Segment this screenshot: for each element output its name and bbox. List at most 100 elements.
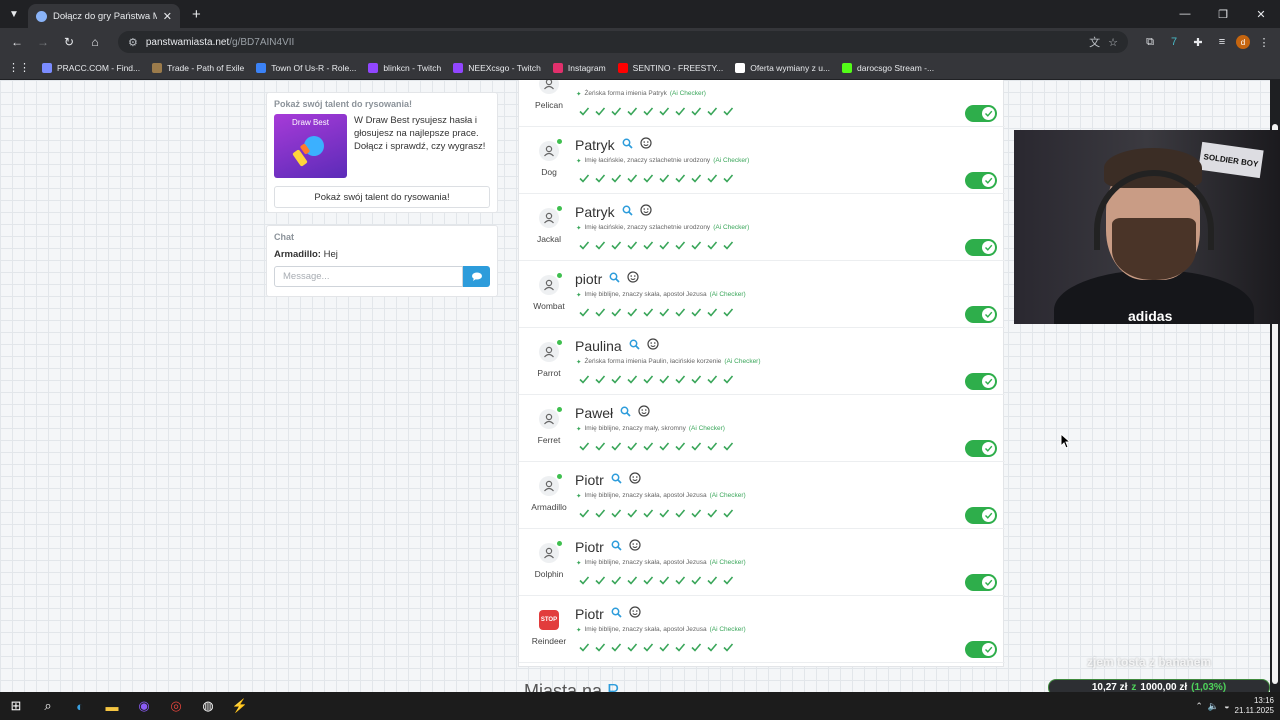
answer-hint: ✦ Imię łacińskie, znaczy szlachetnie urod… [576, 224, 749, 232]
translate-icon[interactable]: 文 [1089, 34, 1100, 50]
accept-toggle[interactable] [965, 172, 997, 189]
reaction-smile-icon[interactable] [629, 605, 641, 623]
accept-toggle[interactable] [965, 105, 997, 122]
menu-icon[interactable]: ⋮ [1254, 31, 1274, 53]
chat-message: Armadillo: Hej [274, 249, 490, 260]
reaction-smile-icon[interactable] [629, 538, 641, 556]
vote-check-icon [674, 439, 686, 457]
clock[interactable]: 13:16 21.11.2025 [1235, 696, 1274, 716]
tray-icon[interactable]: ⌃ [1195, 701, 1203, 712]
extension-7tv-icon[interactable]: 7 [1164, 31, 1184, 53]
reaction-smile-icon[interactable] [638, 404, 650, 422]
answer-row: STOP Reindeer Piotr ✦ Imię biblijne, znaczy … [519, 596, 1005, 663]
extensions-puzzle-icon[interactable]: ✚ [1188, 31, 1208, 53]
bookmarks-bar: ⋮⋮ PRACC.COM - Find... Trade - Path of E… [0, 56, 1280, 80]
accept-toggle[interactable] [965, 574, 997, 591]
draw-best-thumbnail[interactable]: Draw Best [274, 114, 347, 178]
file-explorer-icon[interactable]: ▬ [96, 692, 128, 720]
bookmark-star-icon[interactable]: ☆ [1108, 36, 1118, 49]
show-talent-button[interactable]: Pokaż swój talent do rysowania! [274, 186, 490, 208]
hint-text: Żeńska forma imienia Paulin, łacińskie k… [584, 358, 722, 365]
reload-icon[interactable]: ↻ [58, 31, 80, 53]
vote-check-icon [658, 171, 670, 189]
send-message-button[interactable] [463, 266, 490, 287]
bookmark[interactable]: blinkcn - Twitch [368, 62, 441, 73]
accept-toggle[interactable] [965, 507, 997, 524]
vote-check-icon [578, 640, 590, 658]
answer-row: Dog Patryk ✦ Imię łacińskie, znaczy szlache… [519, 127, 1005, 194]
accept-toggle[interactable] [965, 306, 997, 323]
bookmark[interactable]: NEEXcsgo - Twitch [453, 62, 541, 73]
accept-toggle[interactable] [965, 373, 997, 390]
search-icon[interactable] [622, 136, 633, 154]
close-tab-icon[interactable]: ✕ [163, 10, 172, 23]
search-icon[interactable] [611, 538, 622, 556]
chrome-icon[interactable]: ◎ [160, 692, 192, 720]
accept-toggle[interactable] [965, 239, 997, 256]
back-icon[interactable]: ← [6, 31, 28, 53]
forward-icon[interactable]: → [32, 31, 54, 53]
edge-icon[interactable]: ◐ [64, 692, 96, 720]
reaction-smile-icon[interactable] [627, 270, 639, 288]
restore-icon[interactable]: ❐ [1204, 0, 1242, 28]
bookmark-favicon-icon [152, 62, 163, 73]
vote-check-icon [594, 104, 606, 122]
bookmark[interactable]: Oferta wymiany z u... [735, 62, 831, 73]
search-icon[interactable] [609, 270, 620, 288]
browser-tab[interactable]: Dołącz do gry Państwa Miasta ✕ [28, 4, 180, 28]
extension-icon[interactable]: ⧉ [1140, 31, 1160, 53]
search-icon[interactable] [611, 605, 622, 623]
bookmark[interactable]: Town Of Us-R - Role... [256, 62, 356, 73]
vote-check-icon [706, 305, 718, 323]
chat-input[interactable] [274, 266, 463, 287]
new-tab-icon[interactable]: + [192, 6, 201, 23]
promo-description: W Draw Best rysujesz hasła i głosujesz n… [354, 115, 486, 152]
reaction-smile-icon[interactable] [647, 337, 659, 355]
obs-icon[interactable]: ◍ [192, 692, 224, 720]
search-icon[interactable] [629, 337, 640, 355]
player-info: Dog [525, 139, 573, 177]
player-info: Armadillo [525, 474, 573, 512]
close-window-icon[interactable]: ✕ [1242, 0, 1280, 28]
bookmark[interactable]: PRACC.COM - Find... [42, 62, 140, 73]
player-name: Jackal [536, 234, 562, 244]
vote-check-icon [706, 506, 718, 524]
section-text: Miasta na [524, 681, 603, 692]
discord-icon[interactable]: ◉ [128, 692, 160, 720]
tab-search-icon[interactable]: ▼ [0, 0, 28, 28]
minimize-icon[interactable]: — [1166, 0, 1204, 28]
volume-icon[interactable]: 🔈 [1208, 701, 1219, 712]
answer-word: Paweł [575, 405, 614, 421]
bookmark[interactable]: SENTINO - FREESTY... [617, 62, 723, 73]
section-letter: P [607, 681, 620, 692]
bookmark[interactable]: Trade - Path of Exile [152, 62, 244, 73]
search-icon[interactable]: ⌕ [32, 692, 64, 720]
reaction-smile-icon[interactable] [640, 136, 652, 154]
search-icon[interactable] [622, 203, 633, 221]
reading-list-icon[interactable]: ≡ [1212, 31, 1232, 53]
answer-word: Piotr [575, 539, 604, 555]
address-bar[interactable]: ⚙ panstwamiasta.net /g/BD7AIN4VII 文 ☆ [118, 31, 1128, 53]
bookmark[interactable]: Instagram [552, 62, 606, 73]
start-icon[interactable]: ⊞ [0, 692, 32, 720]
vote-check-icon [594, 573, 606, 591]
player-avatar-icon [539, 139, 562, 161]
home-icon[interactable]: ⌂ [84, 31, 106, 53]
search-icon[interactable] [611, 471, 622, 489]
ai-sparkle-icon: ✦ [576, 560, 582, 567]
reaction-smile-icon[interactable] [640, 203, 652, 221]
site-info-icon[interactable]: ⚙ [128, 36, 138, 49]
app-icon[interactable]: ⚡ [224, 692, 256, 720]
reaction-smile-icon[interactable] [629, 471, 641, 489]
ai-sparkle-icon: ✦ [576, 158, 582, 165]
answer-hint: ✦ Imię biblijne, znaczy skała, apostoł Je… [576, 492, 746, 500]
chat-text: Hej [323, 249, 338, 260]
apps-grid-icon[interactable]: ⋮⋮ [8, 61, 30, 74]
bookmark-label: Oferta wymiany z u... [750, 62, 831, 73]
network-icon[interactable]: ◒ [1224, 701, 1229, 711]
accept-toggle[interactable] [965, 641, 997, 658]
search-icon[interactable] [620, 404, 631, 422]
accept-toggle[interactable] [965, 440, 997, 457]
bookmark[interactable]: darocsgo Stream -... [842, 62, 934, 73]
profile-avatar[interactable]: d [1236, 35, 1250, 49]
